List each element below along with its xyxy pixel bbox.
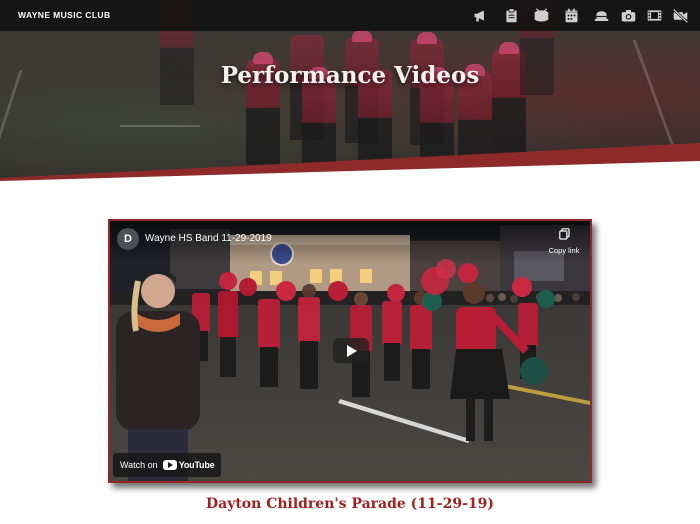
play-button[interactable] xyxy=(333,338,369,363)
youtube-wordmark: YouTube xyxy=(178,460,215,470)
megaphone-icon[interactable] xyxy=(472,7,489,24)
video-off-icon[interactable] xyxy=(672,7,689,24)
play-icon xyxy=(347,345,357,357)
channel-avatar[interactable]: D xyxy=(117,228,139,250)
video-caption: Dayton Children's Parade (11-29-19) xyxy=(205,496,494,512)
youtube-logo-icon: YouTube xyxy=(162,460,215,470)
copy-link-button[interactable]: Copy link xyxy=(544,227,584,255)
youtube-video-embed[interactable]: D Wayne HS Band 11-29-2019 Copy link Wat… xyxy=(108,219,592,483)
calendar-icon[interactable] xyxy=(563,7,580,24)
top-navbar: WAYNE MUSIC CLUB xyxy=(0,0,700,31)
drum-icon[interactable] xyxy=(533,7,550,24)
clipboard-icon[interactable] xyxy=(503,7,520,24)
page-title: Performance Videos xyxy=(220,62,480,89)
copy-link-label: Copy link xyxy=(548,246,580,255)
watch-on-label: Watch on xyxy=(120,460,158,470)
hat-icon[interactable] xyxy=(593,7,610,24)
video-header-overlay: D Wayne HS Band 11-29-2019 Copy link xyxy=(110,221,590,263)
video-title[interactable]: Wayne HS Band 11-29-2019 xyxy=(145,233,272,244)
film-icon[interactable] xyxy=(646,7,663,24)
hero-swoosh-divider xyxy=(0,143,700,190)
camera-icon[interactable] xyxy=(620,7,637,24)
brand-logo-text[interactable]: WAYNE MUSIC CLUB xyxy=(18,10,111,20)
watch-on-youtube-button[interactable]: Watch on YouTube xyxy=(113,453,222,477)
copy-icon xyxy=(558,227,570,245)
